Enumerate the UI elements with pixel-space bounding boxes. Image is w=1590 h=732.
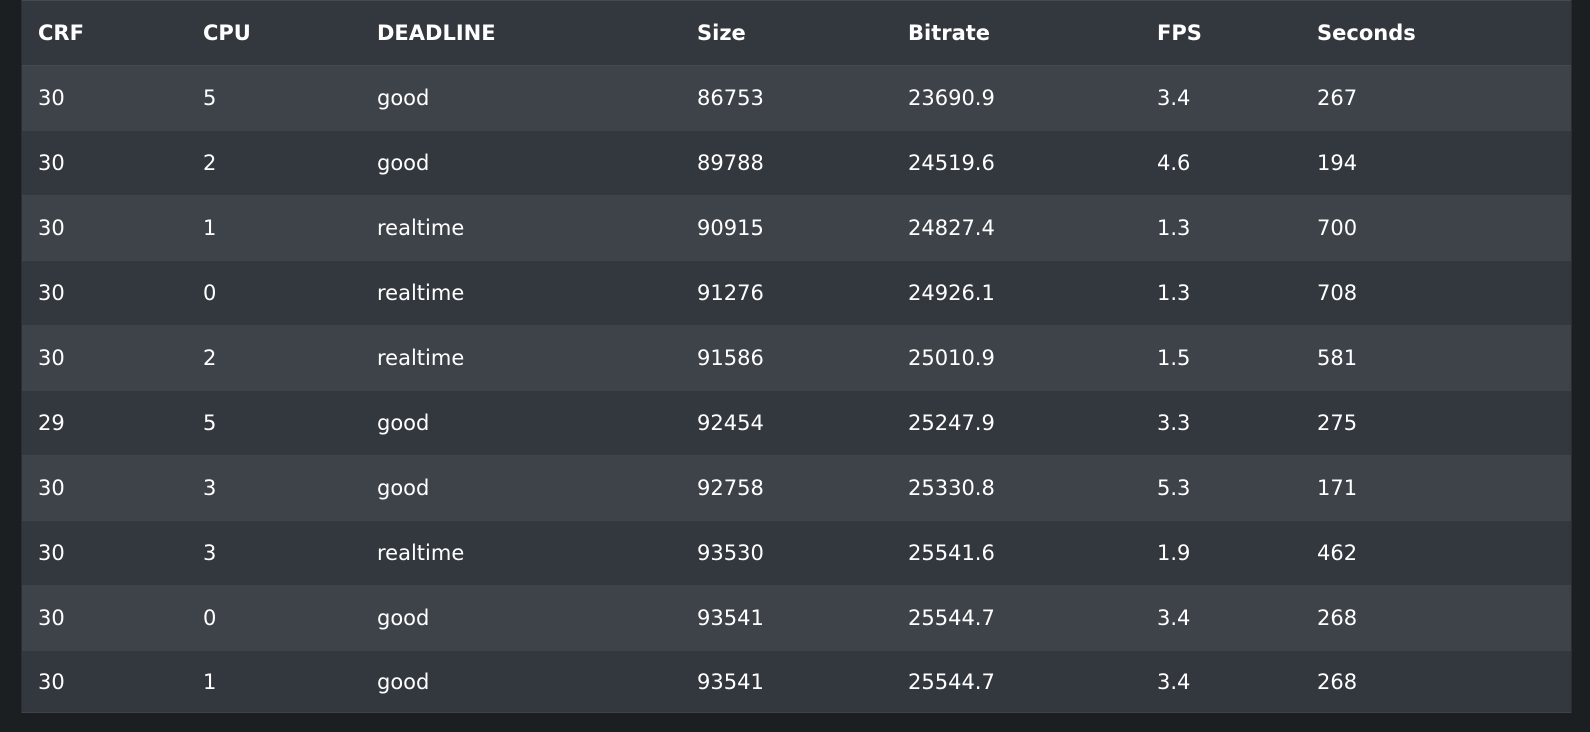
cell-crf: 30 [38, 281, 65, 305]
cell-cpu: 1 [203, 216, 217, 240]
cell-fps: 3.4 [1157, 86, 1191, 110]
cell-deadline: realtime [377, 216, 465, 240]
cell-crf: 30 [38, 346, 65, 370]
cell-size: 91586 [697, 346, 764, 370]
table-row: 30 3 realtime 93530 25541.6 1.9 462 [22, 520, 1571, 586]
cell-size: 89788 [697, 151, 764, 175]
cell-deadline: good [377, 669, 430, 694]
cell-fps: 1.9 [1157, 541, 1191, 565]
cell-crf: 30 [38, 669, 65, 694]
cell-cpu: 3 [203, 476, 217, 500]
cell-cpu: 2 [203, 346, 217, 370]
cell-bitrate: 24926.1 [908, 281, 995, 305]
cell-crf: 30 [38, 216, 65, 240]
cell-fps: 1.3 [1157, 216, 1191, 240]
cell-cpu: 1 [203, 669, 217, 694]
results-table-panel: CRF CPU DEADLINE Size Bitrate FPS Second… [21, 0, 1572, 713]
cell-deadline: good [377, 411, 430, 435]
cell-size: 93530 [697, 541, 764, 565]
cell-bitrate: 23690.9 [908, 86, 995, 110]
table-row: 30 3 good 92758 25330.8 5.3 171 [22, 455, 1571, 521]
cell-size: 92454 [697, 411, 764, 435]
cell-size: 92758 [697, 476, 764, 500]
cell-deadline: realtime [377, 281, 465, 305]
cell-bitrate: 25010.9 [908, 346, 995, 370]
cell-bitrate: 24827.4 [908, 216, 995, 240]
cell-crf: 30 [38, 151, 65, 175]
page: CRF CPU DEADLINE Size Bitrate FPS Second… [0, 0, 1590, 732]
cell-seconds: 194 [1317, 151, 1358, 175]
cell-fps: 1.5 [1157, 346, 1191, 370]
column-header-bitrate[interactable]: Bitrate [892, 0, 1141, 66]
results-table: CRF CPU DEADLINE Size Bitrate FPS Second… [22, 0, 1571, 713]
cell-deadline: good [377, 86, 430, 110]
cell-fps: 1.3 [1157, 281, 1191, 305]
cell-crf: 30 [38, 606, 65, 630]
column-header-crf[interactable]: CRF [22, 0, 187, 66]
cell-deadline: good [377, 151, 430, 175]
cell-size: 93541 [697, 669, 764, 694]
cell-seconds: 462 [1317, 541, 1358, 565]
cell-seconds: 275 [1317, 411, 1358, 435]
cell-size: 86753 [697, 86, 764, 110]
column-header-fps[interactable]: FPS [1141, 0, 1301, 66]
cell-seconds: 700 [1317, 216, 1358, 240]
cell-fps: 5.3 [1157, 476, 1191, 500]
header-row: CRF CPU DEADLINE Size Bitrate FPS Second… [22, 0, 1571, 66]
cell-fps: 3.3 [1157, 411, 1191, 435]
cell-cpu: 0 [203, 606, 217, 630]
column-header-size[interactable]: Size [681, 0, 892, 66]
cell-size: 93541 [697, 606, 764, 630]
cell-fps: 4.6 [1157, 151, 1191, 175]
cell-cpu: 5 [203, 411, 217, 435]
column-header-seconds[interactable]: Seconds [1301, 0, 1571, 66]
cell-bitrate: 25544.7 [908, 606, 995, 630]
cell-seconds: 268 [1317, 606, 1358, 630]
cell-size: 91276 [697, 281, 764, 305]
column-header-deadline[interactable]: DEADLINE [361, 0, 681, 66]
cell-crf: 29 [38, 411, 65, 435]
table-row: 30 2 realtime 91586 25010.9 1.5 581 [22, 325, 1571, 391]
table-header: CRF CPU DEADLINE Size Bitrate FPS Second… [22, 0, 1571, 66]
cell-bitrate: 24519.6 [908, 151, 995, 175]
table-row: 30 5 good 86753 23690.9 3.4 267 [22, 65, 1571, 131]
cell-fps: 3.4 [1157, 669, 1191, 694]
cell-crf: 30 [38, 86, 65, 110]
table-row: 30 0 realtime 91276 24926.1 1.3 708 [22, 260, 1571, 326]
cell-deadline: realtime [377, 346, 465, 370]
cell-deadline: good [377, 476, 430, 500]
cell-crf: 30 [38, 541, 65, 565]
cell-seconds: 708 [1317, 281, 1358, 305]
cell-bitrate: 25330.8 [908, 476, 995, 500]
cell-cpu: 5 [203, 86, 217, 110]
cell-seconds: 267 [1317, 86, 1358, 110]
cell-cpu: 2 [203, 151, 217, 175]
cell-cpu: 0 [203, 281, 217, 305]
cell-deadline: good [377, 606, 430, 630]
cell-seconds: 171 [1317, 476, 1358, 500]
table-row: 30 1 good 93541 25544.7 3.4 268 [22, 650, 1571, 713]
table-row: 30 1 realtime 90915 24827.4 1.3 700 [22, 195, 1571, 261]
cell-bitrate: 25247.9 [908, 411, 995, 435]
cell-bitrate: 25544.7 [908, 669, 995, 694]
cell-bitrate: 25541.6 [908, 541, 995, 565]
table-row: 30 0 good 93541 25544.7 3.4 268 [22, 585, 1571, 651]
table-row: 29 5 good 92454 25247.9 3.3 275 [22, 390, 1571, 456]
cell-seconds: 581 [1317, 346, 1358, 370]
table-row: 30 2 good 89788 24519.6 4.6 194 [22, 130, 1571, 196]
cell-deadline: realtime [377, 541, 465, 565]
table-body: 30 5 good 86753 23690.9 3.4 267 30 2 goo… [22, 65, 1571, 713]
cell-crf: 30 [38, 476, 65, 500]
cell-cpu: 3 [203, 541, 217, 565]
cell-seconds: 268 [1317, 669, 1358, 694]
cell-size: 90915 [697, 216, 764, 240]
cell-fps: 3.4 [1157, 606, 1191, 630]
column-header-cpu[interactable]: CPU [187, 0, 361, 66]
